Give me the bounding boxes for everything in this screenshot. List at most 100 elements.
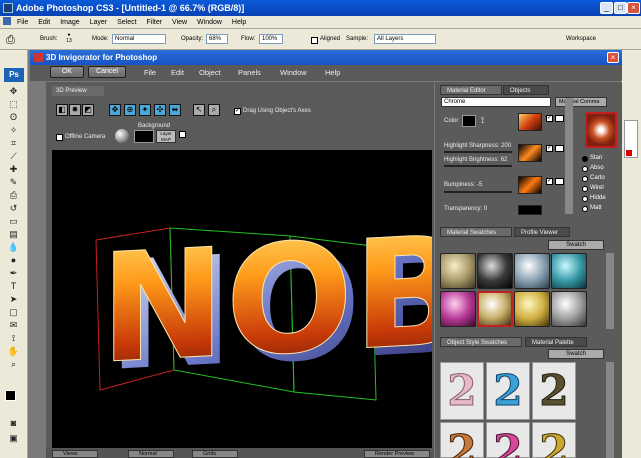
shape-tool-icon[interactable]: ▢ xyxy=(7,307,20,318)
highlight-texture-slot[interactable] xyxy=(555,145,564,152)
flow-input[interactable]: 100% xyxy=(259,34,283,44)
color-texture-thumb[interactable] xyxy=(518,113,542,131)
object-style-dropdown[interactable]: Swatch xyxy=(548,349,604,359)
tab-objects[interactable]: Objects xyxy=(503,85,549,95)
rotate-cube-icon[interactable]: ◧ xyxy=(56,104,68,116)
object-style-4[interactable]: 2 xyxy=(440,422,484,458)
radio-wire[interactable] xyxy=(582,186,588,192)
plugin-menu-edit[interactable]: Edit xyxy=(171,65,184,81)
plugin-menu-file[interactable]: File xyxy=(144,65,156,81)
swatch-dropdown[interactable]: Swatch xyxy=(548,240,604,250)
minimize-button[interactable]: _ xyxy=(600,2,613,14)
maximize-button[interactable]: □ xyxy=(614,2,627,14)
material-swatch-2[interactable] xyxy=(477,253,513,289)
cancel-button[interactable]: Cancel xyxy=(88,66,126,78)
material-swatch-6[interactable] xyxy=(477,291,513,327)
bump-texture-thumb[interactable] xyxy=(518,176,542,194)
render-preview-button[interactable]: Render Preview xyxy=(364,450,430,458)
tab-3d-preview[interactable]: 3D Preview xyxy=(52,86,104,96)
ok-button[interactable]: OK xyxy=(50,66,84,78)
gradient-tool-icon[interactable]: ▤ xyxy=(7,229,20,240)
menu-view[interactable]: View xyxy=(168,16,191,29)
tab-material-editor[interactable]: Material Editor xyxy=(440,85,502,95)
camera-dolly-icon[interactable]: ✦ xyxy=(139,104,151,116)
tab-material-palette[interactable]: Material Palette xyxy=(525,337,587,347)
mode-select[interactable]: Normal xyxy=(112,34,166,44)
material-swatch-4[interactable] xyxy=(551,253,587,289)
sample-select[interactable]: All Layers xyxy=(374,34,436,44)
menu-layer[interactable]: Layer xyxy=(86,16,112,29)
background-color-picker[interactable] xyxy=(134,130,154,143)
bump-texture-slot[interactable] xyxy=(555,178,564,185)
plugin-menu-object[interactable]: Object xyxy=(199,65,221,81)
normal-dropdown[interactable]: Normal xyxy=(128,450,174,458)
material-editor-scrollbar[interactable] xyxy=(565,98,573,214)
background-checkbox[interactable] xyxy=(179,131,186,138)
path-select-tool-icon[interactable]: ➤ xyxy=(7,294,20,305)
dodge-tool-icon[interactable]: ● xyxy=(7,255,20,266)
radio-abso[interactable] xyxy=(582,166,588,172)
menu-window[interactable]: Window xyxy=(193,16,226,29)
color-texture-slot[interactable] xyxy=(555,115,564,122)
color-swatch[interactable] xyxy=(462,115,476,127)
material-swatch-7[interactable] xyxy=(514,291,550,327)
plugin-menu-window[interactable]: Window xyxy=(280,65,307,81)
menu-filter[interactable]: Filter xyxy=(143,16,167,29)
material-swatch-3[interactable] xyxy=(514,253,550,289)
grids-dropdown[interactable]: Grids xyxy=(192,450,238,458)
clone-stamp-tool-icon[interactable]: ⎙ xyxy=(7,190,20,201)
clone-stamp-icon[interactable]: ⎙ xyxy=(6,34,20,46)
eyedropper-icon[interactable]: ⟟ xyxy=(481,115,490,126)
slice-tool-icon[interactable]: ⟋ xyxy=(7,151,20,162)
bump-texture-checkbox[interactable]: ✓ xyxy=(546,178,553,185)
ps-menu-icon[interactable] xyxy=(3,17,11,25)
plugin-menu-panels[interactable]: Panels xyxy=(238,65,261,81)
workspace-menu[interactable]: Workspace xyxy=(566,36,596,42)
blur-tool-icon[interactable]: 💧 xyxy=(7,242,20,253)
material-commands-button[interactable]: Material Comma xyxy=(555,97,607,107)
highlight-texture-thumb[interactable] xyxy=(518,144,542,162)
move-tool-icon[interactable]: ✥ xyxy=(7,86,20,97)
magic-wand-tool-icon[interactable]: ✧ xyxy=(7,125,20,136)
plugin-close-button[interactable]: × xyxy=(607,52,619,63)
radio-carto[interactable] xyxy=(582,176,588,182)
material-swatch-1[interactable] xyxy=(440,253,476,289)
camera-orbit-icon[interactable]: ✥ xyxy=(109,104,121,116)
opacity-input[interactable]: 68% xyxy=(206,34,228,44)
camera-roll-icon[interactable]: ✣ xyxy=(154,104,166,116)
menu-edit[interactable]: Edit xyxy=(34,16,54,29)
menu-help[interactable]: Help xyxy=(228,16,250,29)
pen-tool-icon[interactable]: ✒ xyxy=(7,268,20,279)
brush-tool-icon[interactable]: ✎ xyxy=(7,177,20,188)
camera-zoom-icon[interactable]: ⬌ xyxy=(169,104,181,116)
hand-tool-icon[interactable]: ✋ xyxy=(7,346,20,357)
offline-camera-checkbox[interactable] xyxy=(56,134,63,141)
menu-file[interactable]: File xyxy=(13,16,32,29)
highlight-sharpness-slider[interactable] xyxy=(444,151,512,153)
radio-matt[interactable] xyxy=(582,206,588,212)
views-dropdown[interactable]: Views xyxy=(52,450,98,458)
magnifier-icon[interactable]: ⌕ xyxy=(208,104,220,116)
quick-mask-icon[interactable]: ◙ xyxy=(7,418,20,429)
object-style-6[interactable]: 2 xyxy=(532,422,576,458)
menu-image[interactable]: Image xyxy=(56,16,83,29)
brush-picker[interactable]: ● 13 xyxy=(62,32,76,46)
bumpiness-slider[interactable] xyxy=(444,191,512,193)
camera-pan-icon[interactable]: ⊕ xyxy=(124,104,136,116)
highlight-brightness-slider[interactable] xyxy=(444,165,512,167)
light-icon[interactable]: ✹ xyxy=(69,104,81,116)
drag-axes-checkbox[interactable]: ✓ xyxy=(234,108,241,115)
screen-mode-icon[interactable]: ▣ xyxy=(7,433,20,444)
object-style-5[interactable]: 2 xyxy=(486,422,530,458)
close-button[interactable]: × xyxy=(627,2,640,14)
color-texture-checkbox[interactable]: ✓ xyxy=(546,115,553,122)
transparency-texture-thumb[interactable] xyxy=(518,205,542,215)
menu-select[interactable]: Select xyxy=(113,16,140,29)
object-style-3[interactable]: 2 xyxy=(532,362,576,420)
plugin-menu-help[interactable]: Help xyxy=(325,65,340,81)
object-styles-scrollbar[interactable] xyxy=(606,362,614,458)
foreground-color-swatch[interactable] xyxy=(5,390,16,401)
material-swatch-8[interactable] xyxy=(551,291,587,327)
type-tool-icon[interactable]: T xyxy=(7,281,20,292)
healing-tool-icon[interactable]: ✚ xyxy=(7,164,20,175)
